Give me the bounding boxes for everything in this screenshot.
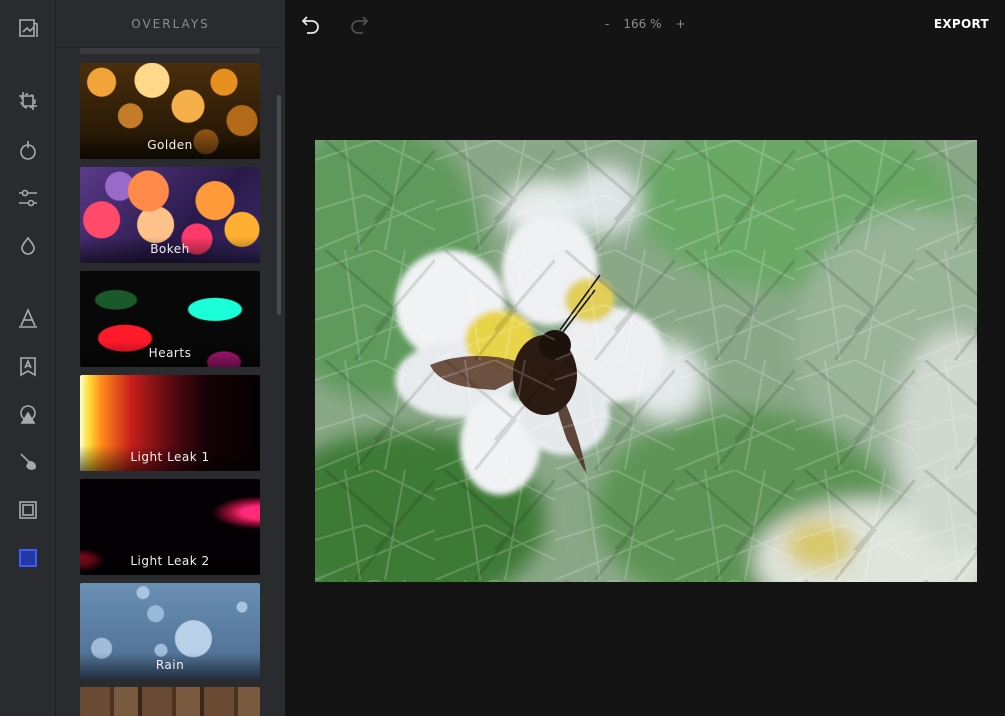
color-drop-icon[interactable]: [14, 232, 42, 260]
overlay-tile-bokeh[interactable]: Bokeh: [80, 167, 260, 263]
overlay-tile-light-leak-2[interactable]: Light Leak 2: [80, 479, 260, 575]
undo-icon: [301, 16, 319, 34]
tool-rail: [0, 0, 56, 716]
overlay-tile-golden[interactable]: Golden: [80, 63, 260, 159]
overlay-label: Golden: [80, 133, 260, 159]
overlay-label: Hearts: [80, 341, 260, 367]
top-bar: - 166 % + EXPORT: [285, 0, 1005, 48]
zoom-control: - 166 % +: [605, 0, 686, 48]
zoom-out-button[interactable]: -: [605, 17, 609, 31]
redo-button[interactable]: [347, 12, 371, 36]
overlay-tile-hearts[interactable]: Hearts: [80, 271, 260, 367]
sticker-badge-icon[interactable]: [14, 352, 42, 380]
overlay-label: Bokeh: [80, 237, 260, 263]
crop-rotate-icon[interactable]: [14, 87, 42, 115]
overlay-icon[interactable]: [14, 544, 42, 572]
overlay-label: Rain: [80, 653, 260, 679]
photo-image: [315, 140, 977, 582]
shape-icon[interactable]: [14, 400, 42, 428]
overlay-label: Light Leak 1: [80, 445, 260, 471]
zoom-level: 166 %: [623, 17, 662, 31]
brush-icon[interactable]: [14, 448, 42, 476]
redo-icon: [351, 16, 369, 34]
previous-tile-edge[interactable]: [80, 48, 260, 54]
overlay-tile-wood[interactable]: [80, 687, 260, 716]
filter-icon[interactable]: [14, 136, 42, 164]
zoom-in-button[interactable]: +: [675, 17, 685, 31]
overlay-label: Light Leak 2: [80, 549, 260, 575]
overlay-tile-light-leak-1[interactable]: Light Leak 1: [80, 375, 260, 471]
undo-button[interactable]: [299, 12, 323, 36]
frame-icon[interactable]: [14, 496, 42, 524]
overlay-tile-rain[interactable]: Rain: [80, 583, 260, 679]
adjust-sliders-icon[interactable]: [14, 184, 42, 212]
image-icon[interactable]: [14, 14, 42, 42]
text-icon[interactable]: [14, 304, 42, 332]
overlays-panel: OVERLAYS Golden Bokeh Hearts Light Leak …: [56, 0, 285, 716]
overlay-list-scrollbar[interactable]: [277, 95, 281, 315]
export-button[interactable]: EXPORT: [934, 0, 989, 48]
canvas-photo[interactable]: [315, 140, 977, 582]
panel-title: OVERLAYS: [56, 0, 285, 48]
